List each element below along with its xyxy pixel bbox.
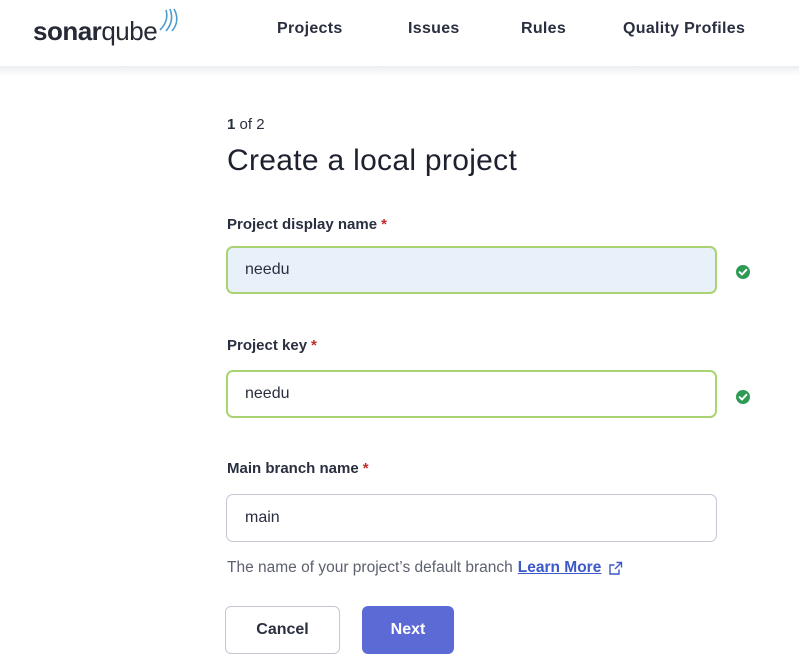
main-branch-name-value: main — [245, 509, 280, 526]
project-key-label: Project key * — [227, 337, 317, 354]
nav-quality-profiles[interactable]: Quality Profiles — [623, 20, 745, 38]
nav-rules[interactable]: Rules — [521, 20, 566, 38]
main-branch-name-input[interactable]: main — [226, 494, 717, 542]
required-marker: * — [311, 337, 317, 354]
nav-issues[interactable]: Issues — [408, 20, 460, 38]
branch-help-text: The name of your project’s default branc… — [227, 559, 623, 577]
top-navigation-bar: sonar qube Projects Issues Rules Quality … — [0, 0, 799, 66]
project-display-name-label: Project display name * — [227, 216, 387, 233]
learn-more-link[interactable]: Learn More — [518, 559, 602, 577]
external-link-icon[interactable] — [608, 561, 623, 576]
page-title: Create a local project — [227, 144, 518, 177]
topbar-divider — [0, 66, 799, 76]
cancel-button[interactable]: Cancel — [225, 606, 340, 654]
required-marker: * — [381, 216, 387, 233]
required-marker: * — [362, 460, 369, 477]
next-button[interactable]: Next — [362, 606, 454, 654]
valid-check-icon — [736, 390, 750, 404]
project-display-name-input[interactable]: needu — [226, 246, 717, 294]
project-key-input[interactable]: needu — [226, 370, 717, 418]
project-display-name-value: needu — [245, 261, 290, 278]
project-key-label-text: Project key — [227, 337, 308, 354]
project-display-name-label-text: Project display name — [227, 216, 378, 233]
valid-check-icon — [736, 265, 750, 279]
step-total: of 2 — [235, 116, 265, 133]
help-text: The name of your project’s default branc… — [227, 559, 513, 576]
sonarqube-logo[interactable]: sonar qube — [33, 8, 182, 47]
nav-projects[interactable]: Projects — [277, 20, 343, 38]
logo-text-light: qube — [101, 16, 158, 46]
step-indicator: 1 of 2 — [227, 116, 265, 133]
sonar-waves-icon — [159, 8, 178, 32]
logo-text-bold: sonar — [33, 16, 102, 46]
main-branch-name-label-text: Main branch name — [227, 460, 359, 477]
main-branch-name-label: Main branch name * — [227, 460, 369, 477]
project-key-value: needu — [245, 385, 290, 402]
